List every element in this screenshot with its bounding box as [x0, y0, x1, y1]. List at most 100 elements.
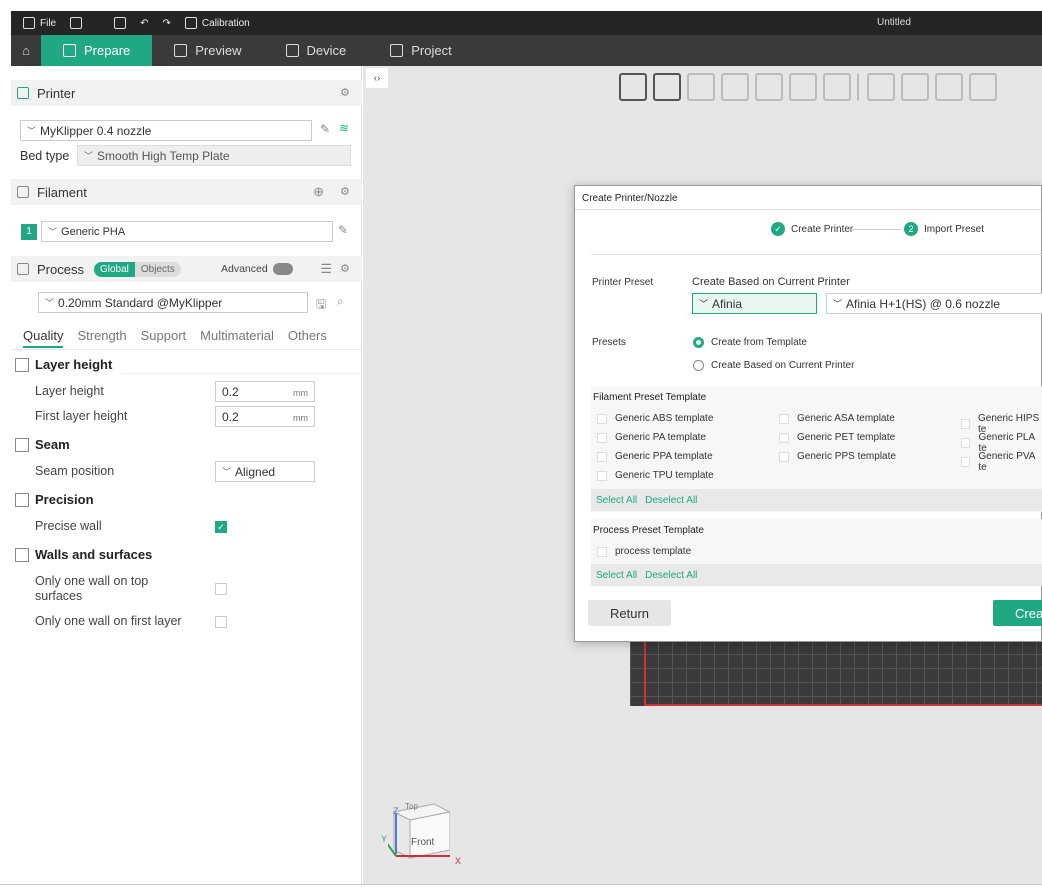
template-label: Generic PET template — [797, 432, 896, 443]
move-icon[interactable] — [867, 73, 895, 101]
filament-settings-icon[interactable]: ⚙ — [340, 185, 354, 199]
step-import-preset: 2 Import Preset — [904, 222, 984, 236]
checkbox[interactable] — [961, 457, 971, 467]
plate-icon[interactable] — [721, 73, 749, 101]
tab-project[interactable]: Project — [368, 35, 473, 66]
checkbox[interactable] — [597, 413, 607, 424]
edit-icon[interactable]: ✎ — [320, 122, 330, 136]
create-button[interactable]: Crea — [993, 600, 1042, 626]
checkbox[interactable] — [779, 451, 789, 462]
one-wall-top-label: Only one wall on top surfaces — [35, 574, 149, 603]
create-based-current-radio[interactable] — [693, 360, 704, 371]
sidebar: Printer ⚙ ﹀ MyKlipper 0.4 nozzle ✎ ≋ Bed … — [11, 66, 431, 884]
tab-prepare[interactable]: Prepare — [41, 35, 153, 66]
template-checkbox-item[interactable]: Generic PPA template — [597, 451, 713, 462]
edit-filament-icon[interactable]: ✎ — [338, 223, 348, 237]
tab-quality[interactable]: Quality — [23, 328, 64, 348]
vendor-select[interactable]: ﹀ Afinia — [692, 293, 817, 314]
filament-deselect-all-link[interactable]: Deselect All — [645, 495, 697, 506]
save-preset-icon[interactable]: 🖫 — [316, 295, 326, 316]
save-button[interactable] — [114, 17, 127, 29]
auto-orient-icon[interactable] — [687, 73, 715, 101]
grid-icon[interactable] — [653, 73, 681, 101]
printer-icon — [17, 87, 29, 99]
checkbox[interactable] — [961, 438, 971, 448]
checkbox[interactable] — [597, 546, 607, 557]
compare-icon[interactable]: ☰ — [320, 261, 332, 277]
tab-preview[interactable]: Preview — [152, 35, 263, 66]
return-button[interactable]: Return — [588, 600, 671, 626]
one-wall-first-checkbox[interactable] — [215, 616, 227, 628]
template-checkbox-item[interactable]: Generic PET template — [779, 432, 895, 443]
layers-icon[interactable] — [823, 73, 851, 101]
filament-template-footer: Select All Deselect All — [591, 489, 1042, 511]
collapse-sidebar-button[interactable]: ‹› — [366, 68, 388, 88]
template-checkbox-item[interactable]: Generic ASA template — [779, 413, 895, 424]
first-layer-height-input[interactable]: 0.2 mm — [215, 406, 315, 427]
home-button[interactable]: ⌂ — [11, 35, 41, 66]
advanced-switch[interactable] — [273, 263, 293, 275]
objects-toggle[interactable]: Objects — [134, 261, 181, 277]
scale-icon[interactable] — [935, 73, 963, 101]
filament-template-heading: Filament Preset Template — [593, 392, 707, 403]
calibration-menu[interactable]: Calibration — [184, 17, 250, 29]
viewcube-front-label: Front — [411, 837, 435, 848]
file-menu[interactable]: File — [23, 17, 56, 29]
layer-height-input[interactable]: 0.2 mm — [215, 381, 315, 402]
precise-wall-checkbox[interactable]: ✓ — [215, 521, 227, 533]
checkbox[interactable] — [597, 470, 607, 481]
template-checkbox-item[interactable]: Generic ABS template — [597, 413, 713, 424]
process-section-header: Process Global Objects Advanced ☰ ⚙ — [11, 256, 362, 282]
one-wall-top-checkbox[interactable] — [215, 583, 227, 595]
filament-icon — [17, 186, 29, 198]
menu-button[interactable] — [70, 17, 83, 29]
wifi-icon[interactable]: ≋ — [339, 121, 349, 135]
menu-icon — [70, 17, 83, 29]
tab-others[interactable]: Others — [288, 328, 327, 348]
template-checkbox-item[interactable]: Generic TPU template — [597, 470, 714, 481]
tab-multimaterial[interactable]: Multimaterial — [200, 328, 274, 348]
tab-device[interactable]: Device — [264, 35, 369, 66]
bottom-border — [0, 884, 1042, 885]
add-object-icon[interactable] — [619, 73, 647, 101]
bed-type-select[interactable]: ﹀ Smooth High Temp Plate — [77, 145, 351, 166]
process-deselect-all-link[interactable]: Deselect All — [645, 570, 697, 581]
global-toggle[interactable]: Global — [93, 261, 135, 277]
checkbox[interactable] — [597, 432, 607, 443]
printer-preset-select[interactable]: ﹀ MyKlipper 0.4 nozzle — [20, 120, 312, 141]
y-axis-line — [644, 640, 646, 706]
rotate-icon[interactable] — [901, 73, 929, 101]
model-select[interactable]: ﹀ Afinia H+1(HS) @ 0.6 nozzle — [826, 293, 1042, 314]
filament-preset-select[interactable]: ﹀ Generic PHA — [41, 221, 333, 242]
search-icon[interactable]: ⌕ — [337, 294, 344, 309]
flatten-icon[interactable] — [969, 73, 997, 101]
printer-settings-icon[interactable]: ⚙ — [340, 86, 354, 100]
split-icon[interactable] — [789, 73, 817, 101]
add-filament-icon[interactable]: ⊕ — [313, 184, 324, 200]
template-checkbox-item[interactable]: Generic PVA te — [961, 451, 1041, 473]
process-select-all-link[interactable]: Select All — [596, 570, 637, 581]
template-checkbox-item[interactable]: process template — [597, 546, 691, 557]
process-settings-icon[interactable]: ⚙ — [340, 262, 354, 276]
template-label: Generic ASA template — [797, 413, 895, 424]
checkbox[interactable] — [779, 413, 789, 424]
checkbox[interactable] — [779, 432, 789, 443]
seam-position-select[interactable]: ﹀ Aligned — [215, 461, 315, 482]
undo-button[interactable]: ↶ — [140, 18, 148, 29]
redo-button[interactable]: ↷ — [163, 18, 171, 29]
tab-support[interactable]: Support — [141, 328, 187, 348]
seam-icon — [15, 437, 29, 452]
filament-slot-badge[interactable]: 1 — [21, 224, 37, 240]
template-checkbox-item[interactable]: Generic PA template — [597, 432, 706, 443]
undo-icon: ↶ — [140, 17, 149, 29]
checkbox[interactable] — [961, 419, 970, 429]
tab-strength[interactable]: Strength — [77, 328, 126, 348]
precision-category-title: Precision — [35, 492, 94, 507]
create-from-template-radio[interactable] — [693, 337, 704, 348]
template-checkbox-item[interactable]: Generic PPS template — [779, 451, 896, 462]
checkbox[interactable] — [597, 451, 607, 462]
arrange-icon[interactable] — [755, 73, 783, 101]
calibration-icon — [184, 17, 197, 29]
process-preset-select[interactable]: ﹀ 0.20mm Standard @MyKlipper — [38, 292, 308, 313]
filament-select-all-link[interactable]: Select All — [596, 495, 637, 506]
